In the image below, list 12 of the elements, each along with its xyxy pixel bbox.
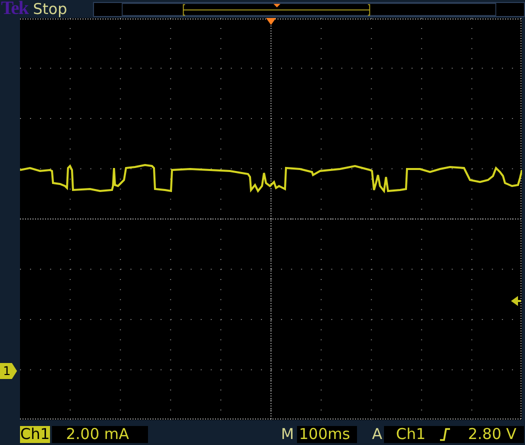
trigger-level-icon [511, 296, 521, 306]
vertical-scale: 2.00 mA [52, 426, 148, 442]
channel-marker: 1 [0, 363, 17, 379]
acquisition-status: Stop [33, 1, 68, 17]
rising-edge-icon [440, 428, 450, 440]
trigger-level: 2.80 V [468, 426, 516, 442]
trigger-label: A [372, 425, 384, 443]
brand-logo: Tek [1, 0, 30, 18]
trigger-source: Ch1 [396, 426, 427, 442]
timebase-value: 100ms [297, 426, 357, 442]
channel-label: Ch1 [20, 426, 50, 442]
timebase-label: M [281, 425, 295, 443]
